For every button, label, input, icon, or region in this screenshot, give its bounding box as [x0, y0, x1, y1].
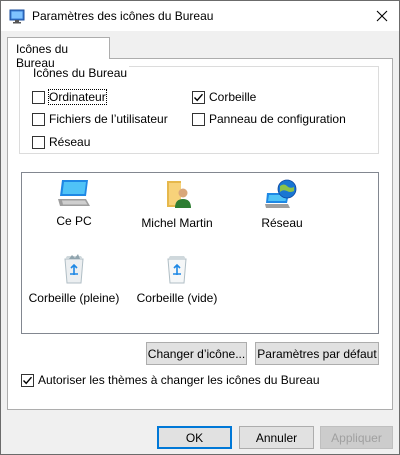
restore-defaults-button[interactable]: Paramètres par défaut: [255, 342, 379, 365]
computer-icon: [58, 180, 90, 206]
title-bar: Paramètres des icônes du Bureau: [1, 1, 399, 31]
close-icon: [376, 10, 388, 22]
checkbox-box[interactable]: [32, 112, 45, 126]
checkbox-label: Fichiers de l’utilisateur: [49, 112, 168, 126]
button-label: Appliquer: [331, 430, 382, 445]
icon-label: Réseau: [261, 216, 303, 230]
checkbox-label: Autoriser les thèmes à changer les icône…: [38, 373, 320, 387]
icon-label: Corbeille (vide): [136, 291, 218, 305]
button-label: OK: [185, 430, 204, 445]
checkbox-label: Panneau de configuration: [209, 112, 346, 126]
checkbox-box[interactable]: [192, 112, 205, 126]
checkbox-panneau-configuration[interactable]: Panneau de configuration: [192, 112, 346, 126]
checkbox-ordinateur[interactable]: Ordinateur: [32, 89, 107, 105]
checkbox-allow-themes[interactable]: Autoriser les thèmes à changer les icône…: [21, 373, 320, 387]
checkmark-icon: [22, 376, 33, 384]
checkbox-corbeille[interactable]: Corbeille: [192, 90, 256, 104]
close-button[interactable]: [365, 1, 399, 31]
list-item-recycle-bin-full[interactable]: Corbeille (pleine): [24, 253, 124, 305]
checkbox-label: Ordinateur: [48, 89, 107, 105]
apply-button[interactable]: Appliquer: [320, 426, 393, 449]
icon-label: Michel Martin: [141, 216, 213, 230]
checkbox-fichiers-utilisateur[interactable]: Fichiers de l’utilisateur: [32, 112, 168, 126]
checkbox-label: Corbeille: [209, 90, 257, 104]
checkmark-icon: [193, 93, 204, 101]
button-label: Paramètres par défaut: [257, 346, 377, 361]
window-title: Paramètres des icônes du Bureau: [32, 9, 214, 23]
cancel-button[interactable]: Annuler: [239, 426, 314, 449]
user-folder-icon: [167, 181, 191, 208]
checkbox-label: Réseau: [49, 135, 91, 149]
checkbox-box[interactable]: [32, 90, 45, 104]
icon-label: Ce PC: [56, 214, 92, 228]
desktop-icons-list[interactable]: Ce PC Michel Martin Réseau Corbeille (pl…: [21, 172, 379, 334]
recycle-bin-full-icon: [64, 254, 84, 284]
checkbox-box[interactable]: [32, 135, 45, 149]
ok-button[interactable]: OK: [157, 426, 232, 449]
list-item-network[interactable]: Réseau: [232, 178, 332, 230]
dialog-window: Paramètres des icônes du Bureau Icônes d…: [0, 0, 400, 455]
list-item-ce-pc[interactable]: Ce PC: [24, 178, 124, 228]
list-item-recycle-bin-empty[interactable]: Corbeille (vide): [127, 253, 227, 305]
checkbox-box[interactable]: [192, 90, 205, 104]
change-icon-button[interactable]: Changer d’icône...: [146, 342, 247, 365]
checkbox-box[interactable]: [21, 373, 34, 387]
checkbox-reseau[interactable]: Réseau: [32, 135, 90, 149]
button-label: Annuler: [255, 430, 298, 445]
tab-desktop-icons[interactable]: Icônes du Bureau: [7, 37, 110, 70]
recycle-bin-empty-icon: [167, 256, 187, 284]
icon-label: Corbeille (pleine): [28, 291, 120, 305]
button-label: Changer d’icône...: [147, 346, 246, 361]
network-icon: [265, 179, 297, 208]
desktop-settings-icon: [9, 9, 25, 24]
list-item-user-folder[interactable]: Michel Martin: [127, 178, 227, 230]
